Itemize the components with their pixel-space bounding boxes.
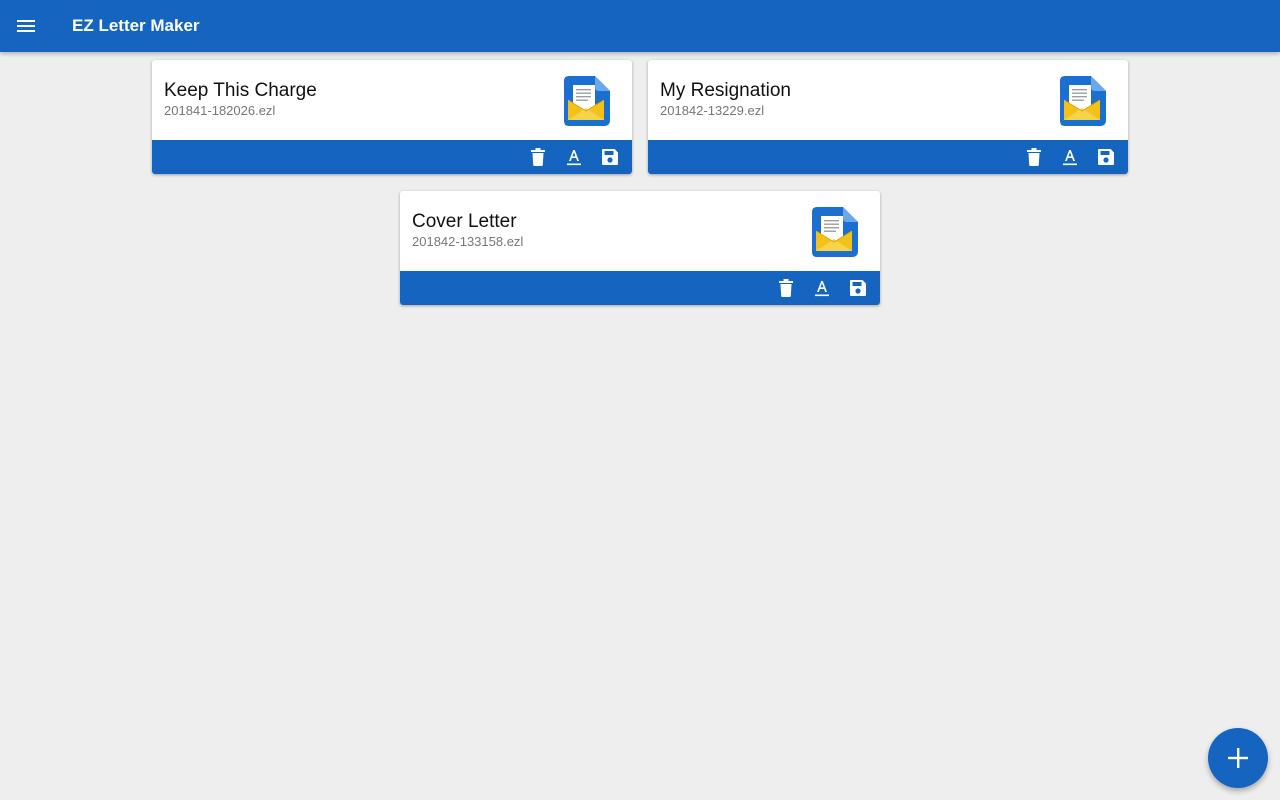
rename-button[interactable] xyxy=(810,276,834,300)
letter-title: Cover Letter xyxy=(412,211,517,232)
delete-icon xyxy=(1027,148,1041,166)
letter-title: My Resignation xyxy=(660,80,791,101)
rename-icon xyxy=(567,150,581,166)
rename-button[interactable] xyxy=(1058,145,1082,169)
letter-envelope-icon xyxy=(806,204,862,260)
save-button[interactable] xyxy=(598,145,622,169)
save-icon xyxy=(602,149,618,165)
letter-card[interactable]: Cover Letter 201842-133158.ezl xyxy=(400,191,880,305)
add-letter-button[interactable] xyxy=(1208,728,1268,788)
save-button[interactable] xyxy=(1094,145,1118,169)
save-button[interactable] xyxy=(846,276,870,300)
card-action-bar xyxy=(648,140,1128,174)
menu-button[interactable] xyxy=(6,6,46,46)
app-bar: EZ Letter Maker xyxy=(0,0,1280,52)
letter-filename: 201842-133158.ezl xyxy=(412,234,524,249)
letter-filename: 201841-182026.ezl xyxy=(164,103,276,118)
delete-icon xyxy=(779,279,793,297)
letter-title: Keep This Charge xyxy=(164,80,317,101)
letter-card[interactable]: My Resignation 201842-13229.ezl xyxy=(648,60,1128,174)
rename-icon xyxy=(1063,150,1077,166)
save-icon xyxy=(1098,149,1114,165)
delete-button[interactable] xyxy=(526,145,550,169)
plus-icon xyxy=(1228,748,1248,768)
letter-envelope-icon xyxy=(558,73,614,129)
card-action-bar xyxy=(400,271,880,305)
save-icon xyxy=(850,280,866,296)
letter-envelope-icon xyxy=(1054,73,1110,129)
delete-button[interactable] xyxy=(774,276,798,300)
rename-icon xyxy=(815,281,829,297)
app-title: EZ Letter Maker xyxy=(72,16,200,35)
letter-card[interactable]: Keep This Charge 201841-182026.ezl xyxy=(152,60,632,174)
rename-button[interactable] xyxy=(562,145,586,169)
card-action-bar xyxy=(152,140,632,174)
delete-button[interactable] xyxy=(1022,145,1046,169)
hamburger-menu-icon xyxy=(17,20,35,32)
delete-icon xyxy=(531,148,545,166)
letter-filename: 201842-13229.ezl xyxy=(660,103,765,118)
